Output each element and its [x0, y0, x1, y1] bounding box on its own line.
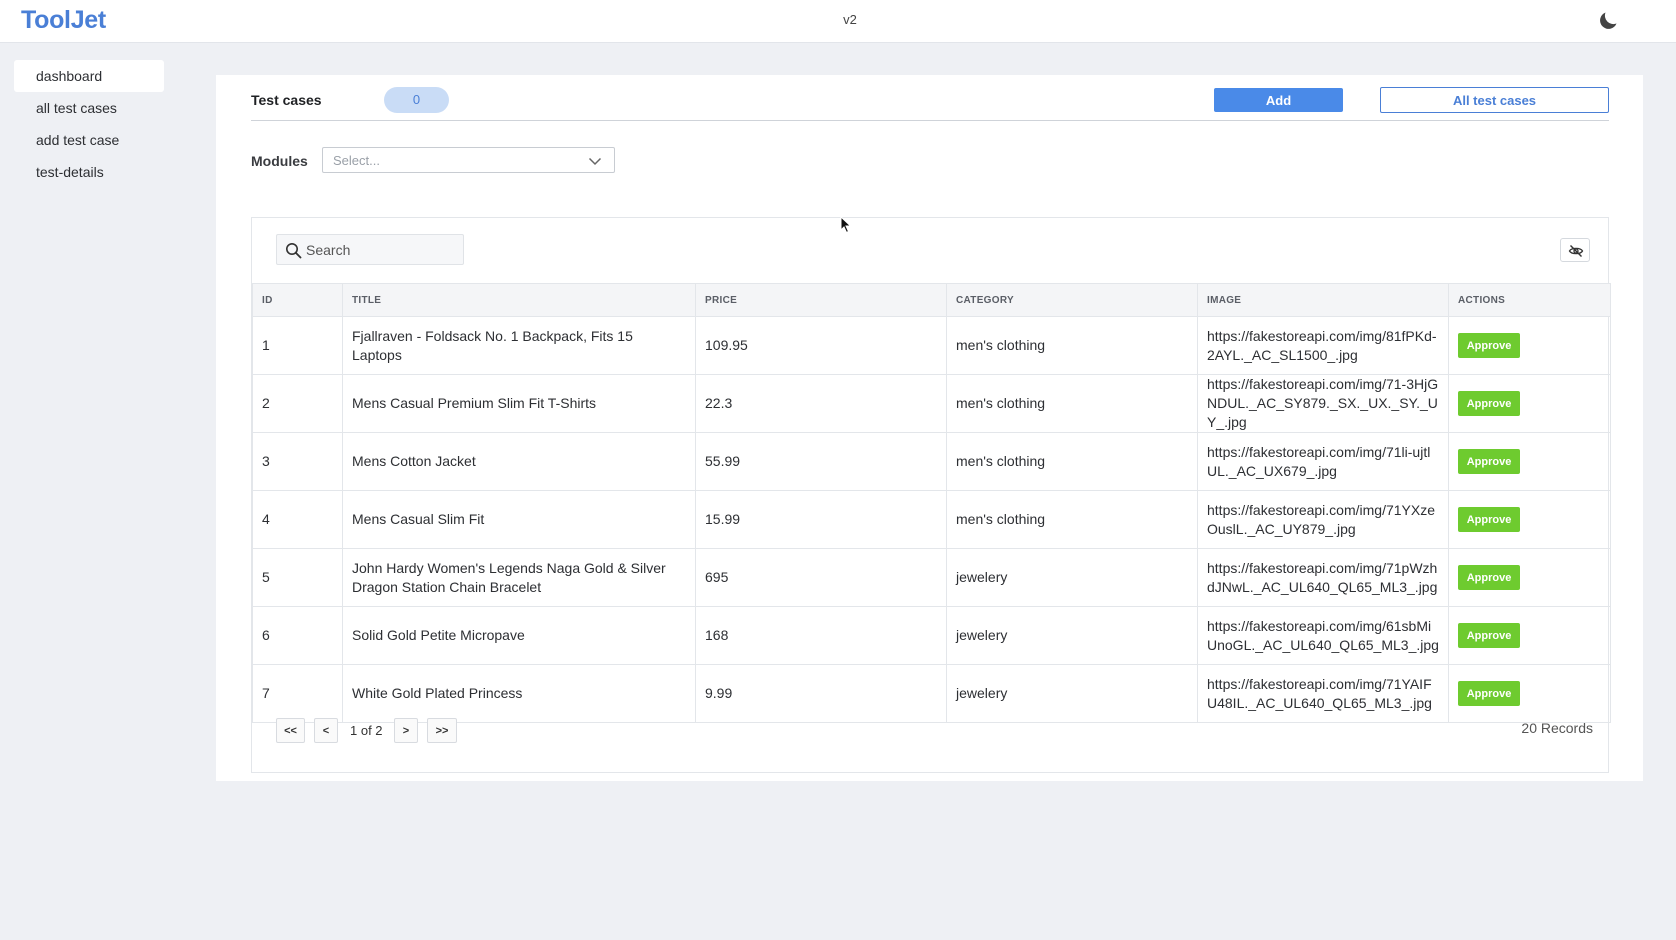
cell-actions: Approve	[1448, 316, 1611, 375]
cell-title: Mens Casual Slim Fit	[342, 490, 696, 549]
cell-id: 7	[252, 664, 343, 723]
header-divider	[251, 120, 1609, 121]
cell-image: https://fakestoreapi.com/img/61sbMiUnoGL…	[1197, 606, 1449, 665]
cell-title: John Hardy Women's Legends Naga Gold & S…	[342, 548, 696, 607]
sidebar-item-add-test-case[interactable]: add test case	[14, 124, 164, 156]
sidebar-item-all-test-cases[interactable]: all test cases	[14, 92, 164, 124]
cell-image: https://fakestoreapi.com/img/71YXzeOuslL…	[1197, 490, 1449, 549]
cell-title: White Gold Plated Princess	[342, 664, 696, 723]
cell-image: https://fakestoreapi.com/img/71li-ujtlUL…	[1197, 432, 1449, 491]
cell-price: 109.95	[695, 316, 947, 375]
table-search[interactable]	[276, 234, 464, 265]
table-row[interactable]: 2 Mens Casual Premium Slim Fit T-Shirts …	[252, 374, 1611, 433]
cell-title: Solid Gold Petite Micropave	[342, 606, 696, 665]
test-cases-table: ID TITLE PRICE CATEGORY IMAGE ACTIONS 1 …	[251, 217, 1611, 773]
approve-button[interactable]: Approve	[1458, 333, 1520, 358]
modules-label: Modules	[251, 153, 308, 169]
moon-icon	[1600, 12, 1617, 29]
cell-title: Fjallraven - Foldsack No. 1 Backpack, Fi…	[342, 316, 696, 375]
cell-image: https://fakestoreapi.com/img/71YAIFU48IL…	[1197, 664, 1449, 723]
cell-category: men's clothing	[946, 316, 1198, 375]
cell-actions: Approve	[1448, 664, 1611, 723]
cell-title: Mens Casual Premium Slim Fit T-Shirts	[342, 374, 696, 433]
cell-price: 22.3	[695, 374, 947, 433]
cell-actions: Approve	[1448, 490, 1611, 549]
app-version: v2	[843, 12, 857, 27]
first-page-button[interactable]: <<	[276, 718, 305, 743]
cell-id: 4	[252, 490, 343, 549]
approve-button[interactable]: Approve	[1458, 507, 1520, 532]
modules-select[interactable]: Select...	[322, 147, 615, 173]
cell-id: 3	[252, 432, 343, 491]
cell-price: 9.99	[695, 664, 947, 723]
cell-price: 15.99	[695, 490, 947, 549]
column-header-price[interactable]: PRICE	[695, 283, 947, 317]
approve-button[interactable]: Approve	[1458, 681, 1520, 706]
cell-price: 55.99	[695, 432, 947, 491]
main-panel: Test cases 0 Add All test cases Modules …	[216, 75, 1643, 781]
search-icon	[286, 243, 302, 259]
cell-image: https://fakestoreapi.com/img/81fPKd-2AYL…	[1197, 316, 1449, 375]
cell-id: 6	[252, 606, 343, 665]
cell-title: Mens Cotton Jacket	[342, 432, 696, 491]
cell-category: men's clothing	[946, 374, 1198, 433]
last-page-button[interactable]: >>	[427, 718, 457, 743]
cell-category: jewelery	[946, 606, 1198, 665]
eye-off-icon	[1568, 245, 1584, 257]
approve-button[interactable]: Approve	[1458, 565, 1520, 590]
cell-category: men's clothing	[946, 490, 1198, 549]
cell-price: 168	[695, 606, 947, 665]
table-row[interactable]: 5 John Hardy Women's Legends Naga Gold &…	[252, 548, 1611, 607]
search-input[interactable]	[306, 239, 456, 261]
cell-category: jewelery	[946, 548, 1198, 607]
cell-actions: Approve	[1448, 606, 1611, 665]
cell-category: men's clothing	[946, 432, 1198, 491]
modules-select-placeholder: Select...	[333, 153, 380, 168]
cell-id: 5	[252, 548, 343, 607]
test-case-count-badge: 0	[384, 87, 449, 113]
cell-image: https://fakestoreapi.com/img/71pWzhdJNwL…	[1197, 548, 1449, 607]
records-count: 20 Records	[1521, 720, 1593, 736]
page-indicator: 1 of 2	[350, 723, 383, 738]
cell-id: 1	[252, 316, 343, 375]
table-row[interactable]: 1 Fjallraven - Foldsack No. 1 Backpack, …	[252, 316, 1611, 375]
cell-category: jewelery	[946, 664, 1198, 723]
cell-id: 2	[252, 374, 343, 433]
column-header-category[interactable]: CATEGORY	[946, 283, 1198, 317]
cell-image: https://fakestoreapi.com/img/71-3HjGNDUL…	[1197, 374, 1449, 433]
approve-button[interactable]: Approve	[1458, 623, 1520, 648]
column-header-id[interactable]: ID	[252, 283, 343, 317]
prev-page-button[interactable]: <	[314, 718, 338, 743]
table-row[interactable]: 4 Mens Casual Slim Fit 15.99 men's cloth…	[252, 490, 1611, 549]
sidebar: dashboard all test cases add test case t…	[14, 60, 164, 188]
theme-toggle-button[interactable]	[1596, 9, 1620, 33]
column-header-image[interactable]: IMAGE	[1197, 283, 1449, 317]
approve-button[interactable]: Approve	[1458, 449, 1520, 474]
sidebar-item-dashboard[interactable]: dashboard	[14, 60, 164, 92]
cell-actions: Approve	[1448, 432, 1611, 491]
column-visibility-button[interactable]	[1560, 238, 1590, 262]
cell-price: 695	[695, 548, 947, 607]
table-row[interactable]: 7 White Gold Plated Princess 9.99 jewele…	[252, 664, 1611, 723]
column-header-title[interactable]: TITLE	[342, 283, 696, 317]
table-header-row: ID TITLE PRICE CATEGORY IMAGE ACTIONS	[252, 283, 1611, 317]
next-page-button[interactable]: >	[394, 718, 418, 743]
cell-actions: Approve	[1448, 374, 1611, 433]
mouse-cursor-icon	[840, 216, 852, 234]
table-row[interactable]: 6 Solid Gold Petite Micropave 168 jewele…	[252, 606, 1611, 665]
page-title: Test cases	[251, 92, 322, 108]
data-grid: ID TITLE PRICE CATEGORY IMAGE ACTIONS 1 …	[252, 283, 1611, 723]
add-button[interactable]: Add	[1214, 88, 1343, 112]
table-row[interactable]: 3 Mens Cotton Jacket 55.99 men's clothin…	[252, 432, 1611, 491]
sidebar-item-test-details[interactable]: test-details	[14, 156, 164, 188]
cell-actions: Approve	[1448, 548, 1611, 607]
all-test-cases-button[interactable]: All test cases	[1380, 87, 1609, 113]
top-bar: ToolJet v2	[0, 0, 1676, 43]
column-header-actions[interactable]: ACTIONS	[1448, 283, 1611, 317]
approve-button[interactable]: Approve	[1458, 391, 1520, 416]
chevron-down-icon	[588, 157, 602, 166]
